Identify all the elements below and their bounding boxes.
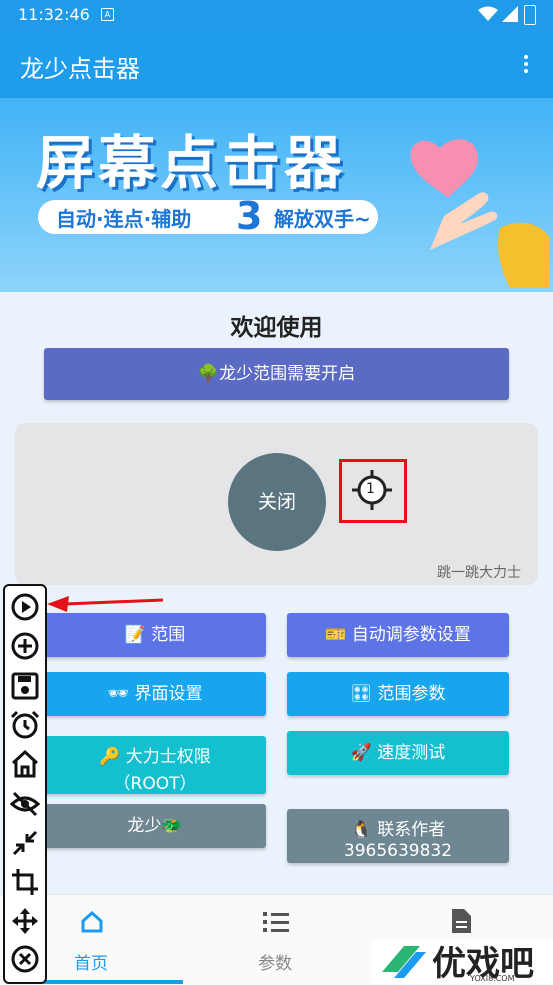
annotation-arrow (47, 596, 163, 612)
contact-line1: 🐧 联系作者 (350, 820, 446, 840)
banner-pill-text: 自动·连点·辅助 (56, 207, 192, 231)
root-line2: （ROOT） (113, 774, 197, 794)
app-bar: 龙少点击器 (0, 30, 553, 98)
add-icon[interactable] (10, 631, 40, 661)
battery-icon (524, 5, 536, 25)
banner-headline: 屏幕点击器 (36, 129, 347, 197)
panel-footer-label: 跳一跳大力士 (437, 565, 521, 581)
document-icon[interactable] (450, 908, 472, 934)
save-icon[interactable] (10, 671, 40, 701)
speed-test-button[interactable]: 🚀 速度测试 (287, 731, 509, 775)
watermark-url: YOXI8.COM (470, 974, 515, 983)
move-arrows-icon[interactable] (10, 906, 40, 936)
welcome-heading: 欢迎使用 (230, 315, 323, 341)
nav-params-label[interactable]: 参数 (258, 949, 292, 974)
banner-pill-tail: 解放双手~ (274, 207, 371, 231)
close-toggle-button[interactable]: 关闭 (228, 453, 326, 551)
more-options-icon[interactable] (516, 52, 536, 76)
hand-heart-illustration (410, 139, 550, 288)
play-icon[interactable] (10, 592, 40, 622)
banner-pill-number: 3 (236, 194, 263, 238)
status-time: 11:32:46 (18, 5, 90, 24)
range-params-button[interactable]: 🎛 范围参数 (287, 672, 509, 716)
ui-settings-button[interactable]: 🕶 界面设置 (44, 672, 266, 716)
home-icon[interactable] (10, 749, 40, 779)
crop-icon[interactable] (10, 867, 40, 897)
promo-banner: 屏幕点击器 自动·连点·辅助 3 解放双手~ (0, 98, 553, 292)
target-number: 1 (366, 481, 375, 497)
nav-active-indicator (43, 980, 183, 984)
list-icon[interactable] (262, 910, 290, 934)
longshao-button[interactable]: 龙少🐲 (44, 804, 266, 848)
nav-home-label[interactable]: 首页 (74, 949, 108, 974)
watermark-logo-icon (382, 946, 426, 978)
root-line1: 🔑 大力士权限 (99, 747, 211, 767)
alarm-clock-icon[interactable] (10, 710, 40, 740)
hide-eye-icon[interactable] (10, 789, 40, 819)
contact-line2: 3965639832 (343, 841, 453, 861)
auto-params-button[interactable]: 🎫 自动调参数设置 (287, 613, 509, 657)
root-permission-button[interactable]: 🔑 大力士权限 （ROOT） (44, 736, 266, 794)
close-circle-icon[interactable] (10, 944, 40, 974)
signal-icon (502, 6, 518, 22)
notification-icon: A (101, 8, 114, 21)
permission-button[interactable]: 🌳龙少范围需要开启 (44, 348, 509, 400)
wifi-icon (478, 6, 498, 21)
status-bar: 11:32:46 A (0, 0, 553, 30)
home-icon[interactable] (80, 910, 104, 934)
app-title: 龙少点击器 (20, 55, 140, 83)
minimize-icon[interactable] (10, 828, 40, 858)
contact-author-button[interactable]: 🐧 联系作者 3965639832 (287, 809, 509, 863)
floating-toolbar (3, 584, 47, 984)
range-button[interactable]: 📝 范围 (44, 613, 266, 657)
